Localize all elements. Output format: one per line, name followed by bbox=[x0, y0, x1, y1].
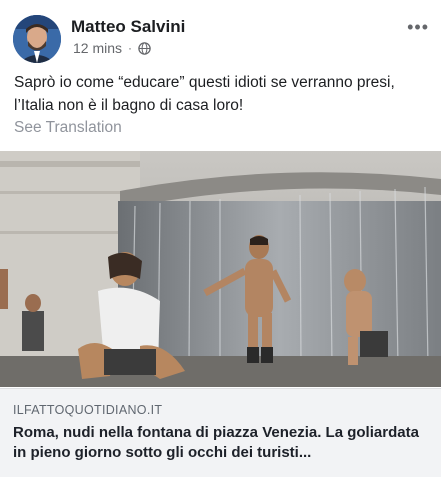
link-preview[interactable]: ILFATTOQUOTIDIANO.IT Roma, nudi nella fo… bbox=[0, 388, 441, 477]
facebook-post: Matteo Salvini 12 mins · ••• Saprò io co… bbox=[0, 0, 441, 477]
post-timestamp[interactable]: 12 mins bbox=[73, 40, 122, 56]
globe-icon[interactable] bbox=[138, 41, 151, 55]
see-translation-link[interactable]: See Translation bbox=[14, 119, 122, 137]
meta-separator: · bbox=[128, 41, 133, 55]
author-name[interactable]: Matteo Salvini bbox=[71, 17, 185, 37]
link-domain: ILFATTOQUOTIDIANO.IT bbox=[13, 403, 163, 417]
link-preview-image[interactable] bbox=[0, 151, 441, 387]
more-options-icon[interactable]: ••• bbox=[407, 18, 429, 36]
post-meta: 12 mins · bbox=[73, 40, 151, 56]
link-headline[interactable]: Roma, nudi nella fontana di piazza Venez… bbox=[13, 423, 433, 463]
post-text: Saprò io come “educare” questi idioti se… bbox=[14, 74, 395, 114]
avatar[interactable] bbox=[13, 15, 61, 63]
